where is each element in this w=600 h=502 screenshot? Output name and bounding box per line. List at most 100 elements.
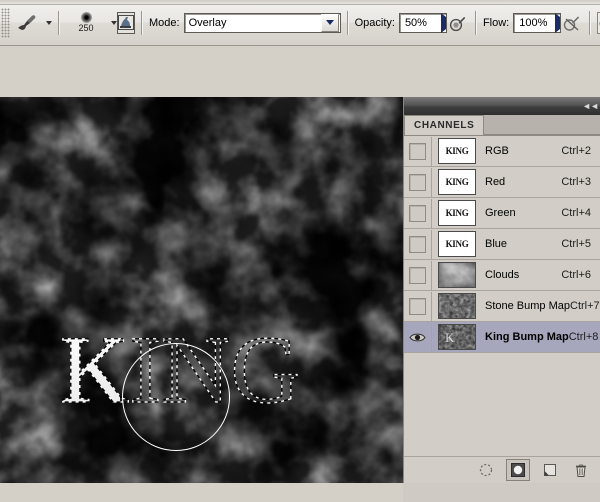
panel-titlebar[interactable]: ◄◄ bbox=[404, 97, 600, 115]
channel-name: Red bbox=[485, 176, 506, 188]
eye-off-icon bbox=[409, 173, 426, 191]
save-selection-as-channel-button[interactable] bbox=[506, 459, 530, 481]
blend-mode-group: Mode: Overlay bbox=[149, 12, 341, 33]
trash-icon bbox=[576, 464, 586, 477]
thumbnail-text: KING bbox=[445, 239, 469, 249]
load-channel-as-selection-button[interactable] bbox=[475, 460, 497, 480]
brush-cursor-circle bbox=[122, 343, 230, 451]
channel-thumbnail-rgb: KING bbox=[438, 138, 476, 164]
channel-thumbnail-king-bump-map: K bbox=[438, 324, 476, 350]
visibility-toggle-green[interactable] bbox=[404, 198, 432, 228]
eye-off-icon bbox=[409, 204, 426, 222]
visibility-toggle-rgb[interactable] bbox=[404, 136, 432, 166]
channel-row-king-bump-map[interactable]: K King Bump Map Ctrl+8 bbox=[404, 322, 600, 353]
thumbnail-text: KING bbox=[445, 177, 469, 187]
channel-name: Green bbox=[485, 207, 516, 219]
channel-shortcut: Ctrl+2 bbox=[561, 145, 591, 157]
document-canvas[interactable]: KING KING KING KING bbox=[0, 97, 403, 483]
channels-panel-footer bbox=[404, 456, 600, 483]
channel-name: Blue bbox=[485, 238, 508, 250]
delete-channel-button[interactable] bbox=[570, 460, 592, 480]
new-page-icon bbox=[544, 464, 556, 476]
airbrush-pressure-flow-icon[interactable] bbox=[561, 12, 583, 34]
mode-label: Mode: bbox=[149, 16, 180, 29]
channels-panel: ◄◄ CHANNELS KING RGB Ctrl+2 KING Red Ctr… bbox=[403, 97, 600, 483]
channel-list: KING RGB Ctrl+2 KING Red Ctrl+3 KING Gre… bbox=[404, 136, 600, 353]
eye-off-icon bbox=[409, 266, 426, 284]
divider bbox=[141, 10, 143, 35]
opacity-value: 50% bbox=[404, 16, 427, 29]
options-bar-top-edge bbox=[0, 0, 600, 5]
channel-thumbnail-green: KING bbox=[438, 200, 476, 226]
thumbnail-text: KING bbox=[445, 146, 469, 156]
photoshop-window: 250 Mode: Overlay Opacity: 50% Flow: 100… bbox=[0, 0, 600, 502]
airbrush-pressure-opacity-icon[interactable] bbox=[447, 12, 469, 34]
flow-value: 100% bbox=[519, 16, 548, 29]
channel-shortcut: Ctrl+5 bbox=[561, 238, 591, 250]
panel-bottom-edge bbox=[403, 483, 600, 502]
channel-thumbnail-red: KING bbox=[438, 169, 476, 195]
flow-input[interactable]: 100% bbox=[513, 12, 562, 33]
channel-shortcut: Ctrl+7 bbox=[570, 300, 600, 312]
eye-off-icon bbox=[409, 297, 426, 315]
flow-label: Flow: bbox=[482, 16, 510, 29]
channel-thumbnail-stone-bump-map bbox=[438, 293, 476, 319]
visibility-toggle-clouds[interactable] bbox=[404, 260, 432, 290]
channel-name: King Bump Map bbox=[485, 331, 569, 343]
svg-text:K: K bbox=[445, 330, 455, 345]
channel-thumbnail-blue: KING bbox=[438, 231, 476, 257]
channel-name: RGB bbox=[485, 145, 509, 157]
channel-row-blue[interactable]: KING Blue Ctrl+5 bbox=[404, 229, 600, 260]
brush-size-value: 250 bbox=[78, 23, 94, 33]
dotted-circle-icon bbox=[479, 463, 493, 477]
channel-shortcut: Ctrl+6 bbox=[561, 269, 591, 281]
thumbnail-text: KING bbox=[445, 208, 469, 218]
soft-round-brush-icon bbox=[80, 12, 92, 23]
create-new-channel-button[interactable] bbox=[539, 460, 561, 480]
channel-row-clouds[interactable]: Clouds Ctrl+6 bbox=[404, 260, 600, 291]
channel-thumbnail-clouds bbox=[438, 262, 476, 288]
opacity-slider-chevron-icon[interactable] bbox=[440, 12, 446, 33]
flow-group: Flow: 100% bbox=[483, 12, 583, 34]
visibility-toggle-king-bump-map[interactable] bbox=[404, 322, 432, 352]
panel-tabstrip: CHANNELS bbox=[404, 115, 600, 136]
paintbrush-icon[interactable] bbox=[13, 10, 41, 36]
brushes-palette-icon[interactable] bbox=[117, 11, 135, 34]
channel-row-stone-bump-map[interactable]: Stone Bump Map Ctrl+7 bbox=[404, 291, 600, 322]
chevron-down-icon[interactable] bbox=[320, 13, 339, 32]
visibility-toggle-blue[interactable] bbox=[404, 229, 432, 259]
channel-shortcut: Ctrl+8 bbox=[568, 331, 599, 343]
eye-off-icon bbox=[409, 235, 426, 253]
eye-off-icon bbox=[409, 142, 426, 160]
channel-shortcut: Ctrl+3 bbox=[561, 176, 591, 188]
channel-row-rgb[interactable]: KING RGB Ctrl+2 bbox=[404, 136, 600, 167]
flow-slider-chevron-icon[interactable] bbox=[555, 12, 561, 33]
divider bbox=[346, 10, 349, 35]
drag-grip[interactable] bbox=[1, 7, 10, 38]
brush-preset-picker[interactable]: 250 bbox=[66, 8, 117, 38]
opacity-input[interactable]: 50% bbox=[398, 12, 447, 33]
channel-shortcut: Ctrl+4 bbox=[561, 207, 591, 219]
tab-channels[interactable]: CHANNELS bbox=[404, 115, 485, 135]
brush-tool-preset-chevron-icon[interactable] bbox=[46, 20, 52, 25]
eye-icon bbox=[409, 333, 426, 341]
visibility-toggle-stone-bump-map[interactable] bbox=[404, 291, 432, 321]
visibility-toggle-red[interactable] bbox=[404, 167, 432, 197]
brush-tool-group[interactable] bbox=[13, 10, 52, 36]
brush-size-preview[interactable]: 250 bbox=[66, 8, 106, 38]
channel-row-red[interactable]: KING Red Ctrl+3 bbox=[404, 167, 600, 198]
collapse-arrows-icon[interactable]: ◄◄ bbox=[582, 101, 599, 111]
tabstrip-filler bbox=[484, 117, 600, 135]
divider bbox=[474, 10, 477, 35]
divider bbox=[58, 10, 60, 35]
channel-name: Clouds bbox=[485, 269, 520, 281]
filled-circle-mask-icon bbox=[511, 463, 525, 477]
blend-mode-value: Overlay bbox=[188, 16, 227, 29]
tool-options-bar: 250 Mode: Overlay Opacity: 50% Flow: 100… bbox=[0, 0, 600, 46]
divider bbox=[589, 10, 592, 35]
opacity-label: Opacity: bbox=[354, 16, 395, 29]
channel-name: Stone Bump Map bbox=[485, 300, 570, 312]
opacity-group: Opacity: 50% bbox=[355, 12, 469, 34]
channel-row-green[interactable]: KING Green Ctrl+4 bbox=[404, 198, 600, 229]
blend-mode-select[interactable]: Overlay bbox=[183, 12, 341, 33]
